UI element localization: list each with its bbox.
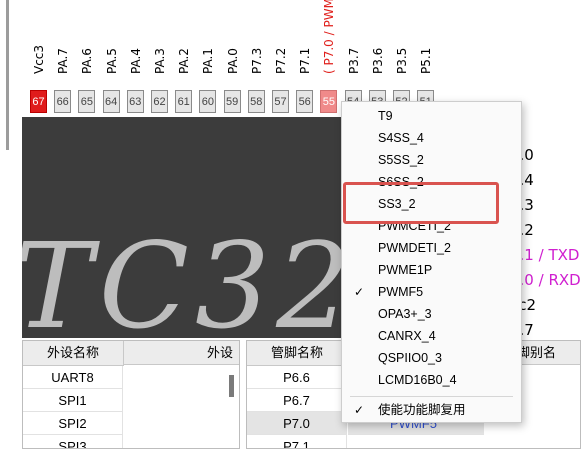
menu-item-label: OPA3+_3 [378,307,432,321]
chip-marking: TC320 [22,217,357,338]
pin-name-text: P3.5 [395,47,409,74]
pin-function-context-menu: T9 S4SS_4 S5SS_2 S6SS_2 SS3_2 PWMCETI_2 PWMDET… [341,101,522,423]
pin-label: P7.2 [271,0,291,88]
menu-item[interactable]: LCMD16B0_4 [342,369,521,391]
menu-item-label: CANRX_4 [378,329,436,343]
pin-number-box[interactable]: 67 [30,90,47,113]
pin-label: PA.3 [150,0,170,88]
chip-body: TC320 [22,117,357,338]
pin-label: P3.7 [344,0,364,88]
menu-item[interactable]: S4SS_4 [342,127,521,149]
pin-function-cell[interactable] [348,435,484,448]
pin-number-box[interactable]: 55 [320,90,338,113]
menu-separator [350,396,513,397]
peripheral-row[interactable]: UART8 [23,366,123,389]
pin-label: PA.6 [77,0,97,88]
pin-label: P3.6 [368,0,388,88]
left-scroll-edge [6,0,9,150]
pin-number-box[interactable]: 58 [247,90,265,113]
pin-number-box[interactable]: 62 [151,90,168,113]
menu-item[interactable]: PWMDETI_2 [342,237,521,259]
pin-label: PA.1 [198,0,218,88]
pin-name-text: P7.1 [298,47,313,74]
pin-name-text: PA.2 [177,48,192,74]
pin-name-text: P3.7 [346,47,361,74]
pin-name-text: PA.7 [56,48,71,74]
pin-label: PA.2 [174,0,194,88]
pin-label: PA.7 [53,0,73,88]
pin-name-text: P7.3 [249,47,264,74]
menu-item[interactable]: ✓ PWMF5 [342,281,521,303]
pin-row[interactable]: P7.0 [247,412,347,435]
menu-item-label: PWMDETI_2 [378,241,451,255]
checkmark-icon: ✓ [354,285,365,299]
pin-label: ( P7.0 / PWM [319,0,339,88]
pin-row[interactable]: P7.1 [247,435,347,448]
pin-number-box[interactable]: 56 [296,90,314,113]
pin-name-text: P5.1 [419,47,434,74]
pin-label: PA.4 [126,0,146,88]
pin-name-text: P3.6 [370,47,385,74]
pin-number-box[interactable]: 65 [78,90,96,113]
peripheral-header-2[interactable]: 外设 [124,341,239,365]
pin-number-box[interactable]: 60 [199,90,217,113]
pin-name-text: PA.0 [225,48,240,74]
pin-name-text: PA.6 [80,48,95,74]
menu-item[interactable]: S5SS_2 [342,149,521,171]
pin-name-text: PA.4 [128,48,143,74]
menu-item-label: PWME1P [378,263,433,277]
menu-item[interactable]: CANRX_4 [342,325,521,347]
pin-name-text: PA.5 [104,48,119,74]
pin-number-box[interactable]: 63 [126,90,144,113]
pin-number-box[interactable]: 66 [54,90,72,113]
pin-label: P3.5 [392,0,412,88]
pin-label: PA.0 [223,0,243,88]
pin-name-text: P7.2 [274,47,288,74]
pin-label: PA.5 [102,0,122,88]
pin-label: Vcc3 [29,0,49,88]
menu-item[interactable]: OPA3+_3 [342,303,521,325]
pin-name-text: PA.3 [153,48,167,74]
menu-item-label: 使能功能脚复用 [378,403,466,417]
peripheral-row[interactable]: SPI3 [23,435,123,448]
pin-number-box[interactable]: 61 [175,90,193,113]
peripheral-name-header[interactable]: 外设名称 [23,341,124,366]
peripheral-row[interactable]: SPI1 [23,389,123,412]
menu-item-label: QSPIIO0_3 [378,351,442,365]
peripheral-scrollbar[interactable] [229,375,234,397]
menu-item-label: S5SS_2 [378,153,424,167]
peripheral-table: 外设名称 外设 UART8 SPI1 SPI2 SPI3 [22,340,240,449]
pin-label: P7.1 [295,0,315,88]
menu-item-label: PWMF5 [378,285,424,299]
pin-number-box[interactable]: 64 [102,90,120,113]
menu-item[interactable]: T9 [342,105,521,127]
pin-name-text: PA.1 [201,48,216,74]
pin-name-text: ( P7.0 / PWM [322,0,337,74]
pin-label: P5.1 [416,0,436,88]
menu-item-label: LCMD16B0_4 [378,373,457,387]
pin-label: P7.3 [247,0,267,88]
pin-number-box[interactable]: 59 [223,90,241,113]
menu-item-enable-multiplex[interactable]: ✓ 使能功能脚复用 [342,399,521,421]
menu-item[interactable]: QSPIIO0_3 [342,347,521,369]
pin-row[interactable]: P6.7 [247,389,347,412]
pin-number-box[interactable]: 57 [272,90,289,113]
pin-row[interactable]: P6.6 [247,366,347,389]
menu-item-label: T9 [378,109,393,123]
peripheral-row[interactable]: SPI2 [23,412,123,435]
checkmark-icon: ✓ [354,403,365,417]
menu-item[interactable]: PWME1P [342,259,521,281]
pin-name-header[interactable]: 管脚名称 [247,341,348,366]
annotation-highlight-box [343,182,499,224]
menu-item-label: S4SS_4 [378,131,424,145]
pin-name-text: Vcc3 [32,44,46,74]
